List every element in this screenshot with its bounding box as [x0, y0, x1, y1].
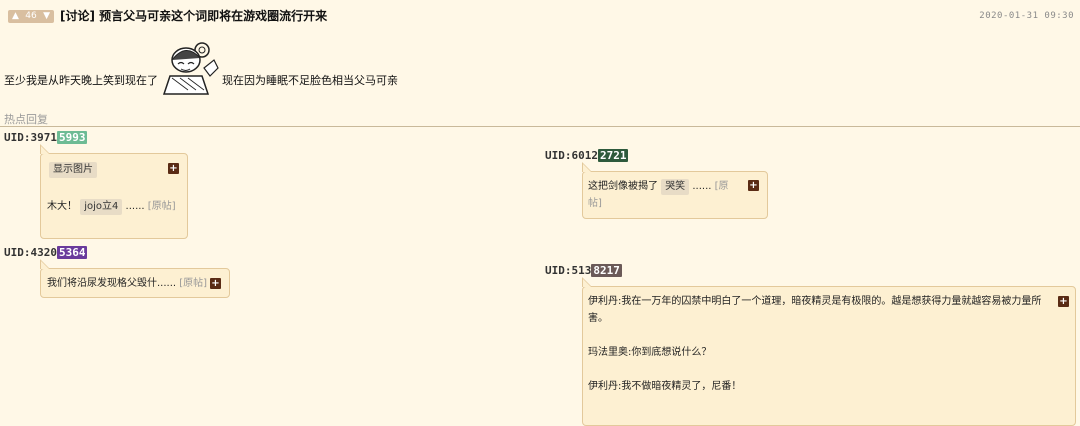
expand-plus-icon[interactable]: +	[210, 278, 221, 289]
reply-bubble: 伊利丹:我在一万年的囚禁中明白了一个道理，暗夜精灵是有极限的。越是想获得力量就越…	[582, 277, 1076, 426]
uid-badge: 8217	[591, 264, 622, 277]
reply-line: 玛法里奥:你到底想说什么？	[588, 347, 712, 358]
thumb-up-icon[interactable]: ▲	[12, 10, 19, 23]
emoticon-tag: 哭笑	[661, 179, 690, 195]
like-count: 46	[25, 11, 37, 21]
uid-badge: 5364	[56, 246, 88, 259]
uid-prefix: UID:513	[545, 264, 592, 277]
original-post-link[interactable]: [原帖]	[179, 278, 207, 289]
post-date: 2020-01-31 09:30	[979, 11, 1074, 21]
ellipsis: ......	[125, 201, 145, 212]
original-post-link[interactable]: [原帖]	[148, 201, 176, 212]
uid-prefix: UID:4320	[4, 246, 57, 259]
reply-text: 这把剑像被揭了	[588, 181, 658, 192]
reply-text: 木大！	[47, 201, 77, 212]
ellipsis: ......	[692, 181, 712, 192]
thread-title: [讨论] 预言父马可亲这个词即将在游戏圈流行开来	[60, 9, 328, 23]
expand-plus-icon[interactable]: +	[748, 180, 759, 191]
thumb-down-icon[interactable]: ▼	[43, 10, 50, 23]
reply-line: 伊利丹:我不做暗夜精灵了，尼番！	[588, 381, 742, 392]
show-image-button[interactable]: 显示图片	[49, 162, 97, 178]
uid-prefix: UID:3971	[4, 131, 57, 144]
hot-replies-label: 热点回复	[4, 113, 48, 126]
expand-plus-icon[interactable]: +	[1058, 296, 1069, 307]
reply-line: 伊利丹:我在一万年的囚禁中明白了一个道理，暗夜精灵是有极限的。越是想获得力量就越…	[588, 296, 1042, 324]
reply-uid[interactable]: UID:3971 5993	[4, 131, 88, 144]
post-text-after: 现在因为睡眠不足脸色相当父马可亲	[222, 74, 398, 87]
reply-bubble: 这把剑像被揭了 哭笑 ...... [原帖] +	[582, 162, 768, 219]
like-badge[interactable]: ▲ 46 ▼	[8, 10, 54, 23]
post-text-before: 至少我是从昨天晚上笑到现在了	[4, 74, 158, 87]
emoticon-tag: jojo立4	[80, 199, 123, 215]
reply-text: 我们将沿尿发现格父毁什......	[47, 278, 177, 289]
reply-uid[interactable]: UID:4320 5364	[4, 246, 88, 259]
reply-bubble: 我们将沿尿发现格父毁什...... [原帖] +	[40, 259, 230, 298]
section-divider	[0, 126, 1080, 127]
reply-uid[interactable]: UID:6012 2721	[545, 149, 629, 162]
reply-uid[interactable]: UID:513 8217	[545, 264, 622, 277]
uid-badge: 5993	[56, 131, 88, 144]
anime-sticker-image	[162, 38, 220, 96]
uid-prefix: UID:6012	[545, 149, 598, 162]
expand-plus-icon[interactable]: +	[168, 163, 179, 174]
uid-badge: 2721	[597, 149, 629, 162]
reply-bubble: + 显示图片 木大！ jojo立4 ...... [原帖]	[40, 144, 188, 239]
